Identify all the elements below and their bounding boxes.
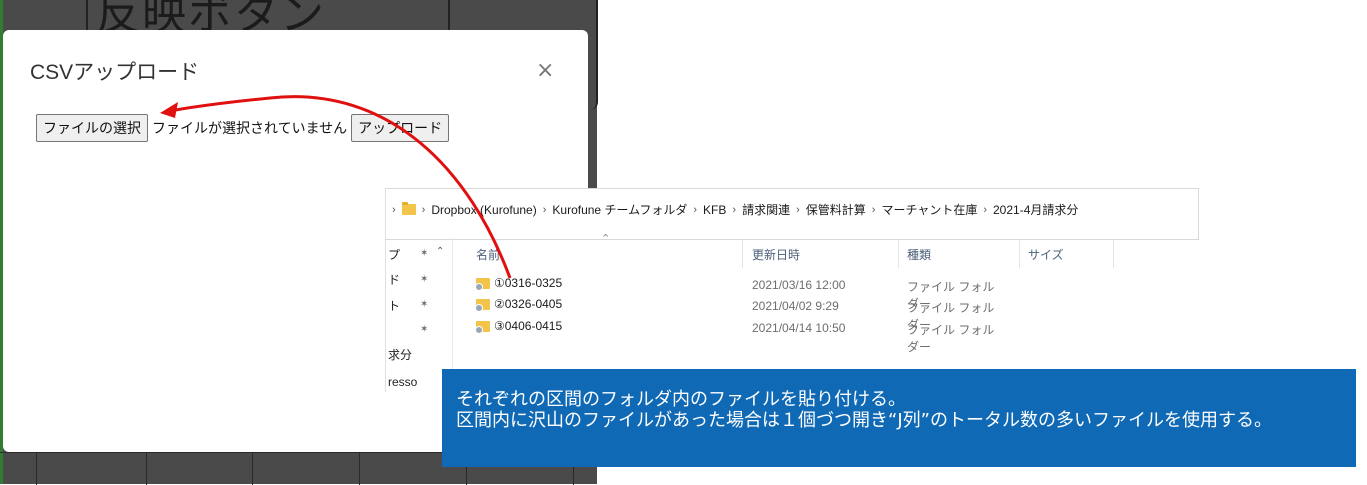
arrow-path xyxy=(164,95,512,279)
arrow-head xyxy=(160,102,178,118)
annotation-arrow xyxy=(160,95,512,279)
